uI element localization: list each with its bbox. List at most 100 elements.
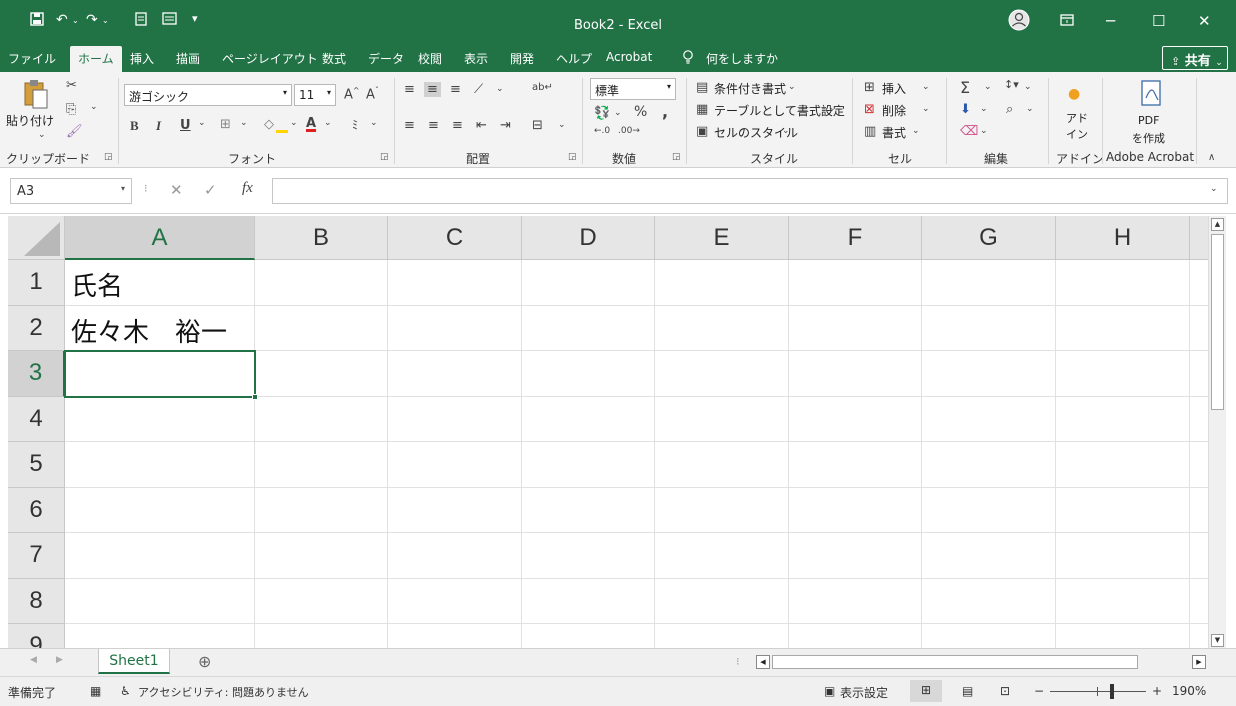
scroll-up-icon[interactable]: ▲: [1211, 218, 1224, 231]
cell-h2[interactable]: [1056, 306, 1190, 351]
border-icon[interactable]: ⊞: [220, 117, 231, 132]
column-header-e[interactable]: E: [655, 216, 789, 260]
cell-a1[interactable]: 氏名: [65, 260, 255, 306]
tab-file[interactable]: ファイル: [8, 50, 56, 67]
share-button[interactable]: ⇪ 共有 ⌄: [1162, 46, 1228, 70]
cell-b2[interactable]: [255, 306, 388, 351]
column-header-h[interactable]: H: [1056, 216, 1190, 260]
sort-dropdown-icon[interactable]: ⌄: [1024, 82, 1032, 92]
cell-d6[interactable]: [522, 488, 655, 533]
cell-f8[interactable]: [789, 579, 922, 624]
cell-c1[interactable]: [388, 260, 522, 306]
cell-g6[interactable]: [922, 488, 1056, 533]
cell-e3[interactable]: [655, 351, 789, 397]
number-launcher-icon[interactable]: ◲: [672, 152, 681, 162]
cell-e5[interactable]: [655, 442, 789, 488]
scroll-left-icon[interactable]: ◀: [756, 655, 770, 669]
scroll-down-icon[interactable]: ▼: [1211, 634, 1224, 647]
cell-b7[interactable]: [255, 533, 388, 579]
cell-d1[interactable]: [522, 260, 655, 306]
tell-me-search[interactable]: 何をしますか: [706, 50, 778, 67]
chevron-down-icon[interactable]: ⌄: [922, 82, 930, 92]
phonetic-dropdown-icon[interactable]: ⌄: [370, 118, 378, 128]
fill-icon[interactable]: ⬇: [960, 102, 971, 117]
wrap-text-icon[interactable]: ab↵: [532, 82, 553, 93]
cut-icon[interactable]: ✂: [66, 78, 77, 93]
find-dropdown-icon[interactable]: ⌄: [1026, 104, 1034, 114]
chevron-down-icon[interactable]: ⌄: [912, 126, 920, 136]
chevron-down-icon[interactable]: ⌄: [782, 126, 790, 136]
paste-icon[interactable]: [22, 78, 50, 116]
ribbon-display-options-icon[interactable]: [1060, 12, 1074, 30]
cell-c4[interactable]: [388, 397, 522, 442]
sheet-tab-sheet1[interactable]: Sheet1: [98, 649, 170, 674]
new-sheet-icon[interactable]: ⊕: [198, 652, 211, 671]
cell-a8[interactable]: [65, 579, 255, 624]
cell-f9[interactable]: [789, 624, 922, 648]
conditional-formatting-icon[interactable]: ▤: [696, 80, 708, 95]
copy-dropdown-icon[interactable]: ⌄: [90, 102, 98, 112]
cell-c6[interactable]: [388, 488, 522, 533]
row-header-3[interactable]: 3: [8, 351, 65, 397]
cell-e6[interactable]: [655, 488, 789, 533]
page-break-preview-icon[interactable]: ⊡: [1000, 684, 1010, 698]
merge-center-icon[interactable]: ⊟: [532, 118, 543, 133]
align-left-icon[interactable]: ≡: [404, 118, 415, 133]
cell-e2[interactable]: [655, 306, 789, 351]
horizontal-scrollbar[interactable]: ◀ ▶: [756, 655, 1208, 669]
percent-style-button[interactable]: %: [634, 104, 647, 120]
row-header-7[interactable]: 7: [8, 533, 65, 579]
cell-d7[interactable]: [522, 533, 655, 579]
cell-c7[interactable]: [388, 533, 522, 579]
fill-handle[interactable]: [252, 394, 258, 400]
chevron-down-icon[interactable]: ⌄: [788, 82, 796, 92]
cell-styles-icon[interactable]: ▣: [696, 124, 708, 139]
cell-d3[interactable]: [522, 351, 655, 397]
underline-button[interactable]: U: [180, 118, 191, 133]
cell-a2[interactable]: 佐々木 裕一: [65, 306, 255, 351]
cell-a9[interactable]: [65, 624, 255, 648]
font-color-dropdown-icon[interactable]: ⌄: [324, 118, 332, 128]
cell-g9[interactable]: [922, 624, 1056, 648]
collapse-ribbon-icon[interactable]: ∧: [1208, 152, 1215, 163]
maximize-icon[interactable]: ☐: [1152, 12, 1165, 30]
cell-f2[interactable]: [789, 306, 922, 351]
tab-page-layout[interactable]: ページレイアウト: [222, 50, 318, 67]
cell-i4[interactable]: [1190, 397, 1208, 442]
cell-b4[interactable]: [255, 397, 388, 442]
formula-input[interactable]: [272, 178, 1228, 204]
row-header-8[interactable]: 8: [8, 579, 65, 624]
clear-dropdown-icon[interactable]: ⌄: [980, 126, 988, 136]
cell-i1[interactable]: [1190, 260, 1208, 306]
cell-c5[interactable]: [388, 442, 522, 488]
zoom-level[interactable]: 190%: [1172, 684, 1206, 698]
cell-b5[interactable]: [255, 442, 388, 488]
insert-cells-icon[interactable]: ⊞: [864, 80, 875, 95]
scroll-right-icon[interactable]: ▶: [1192, 655, 1206, 669]
page-layout-view-icon[interactable]: ▤: [962, 684, 973, 698]
cell-i6[interactable]: [1190, 488, 1208, 533]
cell-f6[interactable]: [789, 488, 922, 533]
minimize-icon[interactable]: ─: [1106, 12, 1115, 30]
cell-i3[interactable]: [1190, 351, 1208, 397]
row-header-5[interactable]: 5: [8, 442, 65, 488]
format-as-table-icon[interactable]: ▦: [696, 102, 708, 117]
cell-b1[interactable]: [255, 260, 388, 306]
cancel-icon[interactable]: ✕: [170, 181, 183, 199]
cell-h8[interactable]: [1056, 579, 1190, 624]
column-header-c[interactable]: C: [388, 216, 522, 260]
cell-e8[interactable]: [655, 579, 789, 624]
cell-c3[interactable]: [388, 351, 522, 397]
decrease-font-size-icon[interactable]: Aˇ: [366, 86, 379, 102]
font-launcher-icon[interactable]: ◲: [380, 152, 389, 162]
cell-g1[interactable]: [922, 260, 1056, 306]
font-name-select[interactable]: 游ゴシック ▾: [124, 84, 292, 106]
cell-h5[interactable]: [1056, 442, 1190, 488]
cell-c2[interactable]: [388, 306, 522, 351]
cell-e7[interactable]: [655, 533, 789, 579]
expand-formula-bar-icon[interactable]: ⌄: [1210, 184, 1218, 194]
cell-i2[interactable]: [1190, 306, 1208, 351]
cell-h1[interactable]: [1056, 260, 1190, 306]
row-header-4[interactable]: 4: [8, 397, 65, 442]
normal-view-icon[interactable]: ⊞: [910, 680, 942, 702]
